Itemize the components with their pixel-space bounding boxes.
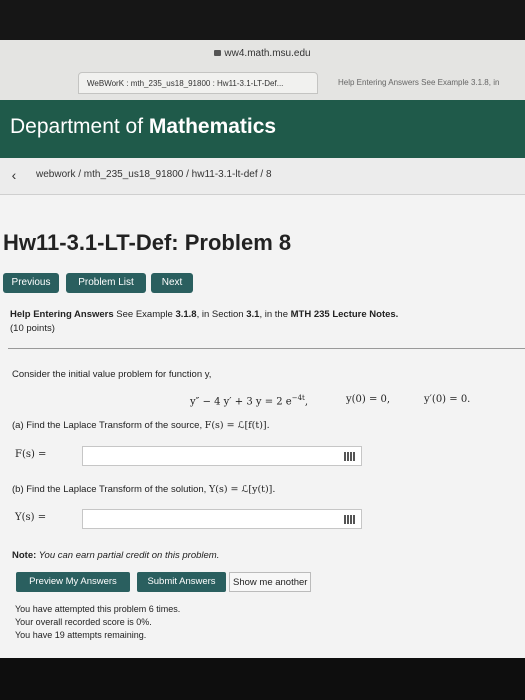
answer-a-input[interactable] bbox=[82, 446, 362, 466]
submit-answers-button[interactable]: Submit Answers bbox=[137, 572, 226, 592]
initial-condition-1: y(0) = 0, bbox=[346, 394, 391, 405]
department-title[interactable]: Department of Mathematics bbox=[10, 115, 276, 139]
main-content: ‹ webwork / mth_235_us18_91800 / hw11-3.… bbox=[0, 158, 525, 658]
help-line: Help Entering Answers See Example 3.1.8,… bbox=[10, 309, 399, 320]
part-a-label: F(s) = bbox=[15, 449, 47, 460]
breadcrumb[interactable]: webwork / mth_235_us18_91800 / hw11-3.1-… bbox=[36, 169, 272, 180]
chevron-left-icon[interactable]: ‹ bbox=[6, 167, 22, 183]
points-label: (10 points) bbox=[10, 323, 55, 334]
partial-credit-note: Note: You can earn partial credit on thi… bbox=[12, 550, 220, 561]
next-button[interactable]: Next bbox=[151, 273, 193, 293]
part-a-text: (a) Find the Laplace Transform of the so… bbox=[12, 420, 270, 431]
page-title: Hw11-3.1-LT-Def: Problem 8 bbox=[3, 230, 292, 255]
breadcrumb-bar: ‹ webwork / mth_235_us18_91800 / hw11-3.… bbox=[0, 158, 525, 195]
bottom-bezel bbox=[0, 658, 525, 700]
problem-list-button[interactable]: Problem List bbox=[66, 273, 146, 293]
problem-intro: Consider the initial value problem for f… bbox=[12, 369, 212, 380]
initial-condition-2: y′(0) = 0. bbox=[424, 394, 471, 405]
lock-icon bbox=[214, 50, 222, 56]
part-b-text: (b) Find the Laplace Transform of the so… bbox=[12, 484, 276, 495]
equation-editor-icon[interactable] bbox=[344, 452, 355, 461]
divider bbox=[8, 348, 525, 349]
address-bar[interactable]: ww4.math.msu.edu bbox=[0, 48, 525, 59]
top-bezel bbox=[0, 0, 525, 40]
tab-webwork[interactable]: WeBWorK : mth_235_us18_91800 : Hw11-3.1-… bbox=[78, 72, 318, 94]
url-text: ww4.math.msu.edu bbox=[224, 48, 311, 59]
site-header: Department of Mathematics bbox=[0, 100, 525, 158]
ode-equation: y″ − 4 y′ + 3 y = 2 e−4t, bbox=[190, 394, 309, 408]
remaining-text: You have 19 attempts remaining. bbox=[15, 630, 147, 640]
attempts-text: You have attempted this problem 6 times. bbox=[15, 604, 181, 614]
equation-editor-icon[interactable] bbox=[344, 515, 355, 524]
answer-b-input[interactable] bbox=[82, 509, 362, 529]
show-another-button[interactable]: Show me another bbox=[229, 572, 312, 592]
browser-chrome: ww4.math.msu.edu WeBWorK : mth_235_us18_… bbox=[0, 40, 525, 101]
tab-help[interactable]: Help Entering Answers See Example 3.1.8,… bbox=[330, 72, 525, 94]
preview-answers-button[interactable]: Preview My Answers bbox=[16, 572, 130, 592]
part-b-label: Y(s) = bbox=[15, 512, 47, 523]
help-link[interactable]: Help Entering Answers bbox=[10, 309, 114, 320]
score-text: Your overall recorded score is 0%. bbox=[15, 617, 152, 627]
previous-button[interactable]: Previous bbox=[3, 273, 59, 293]
